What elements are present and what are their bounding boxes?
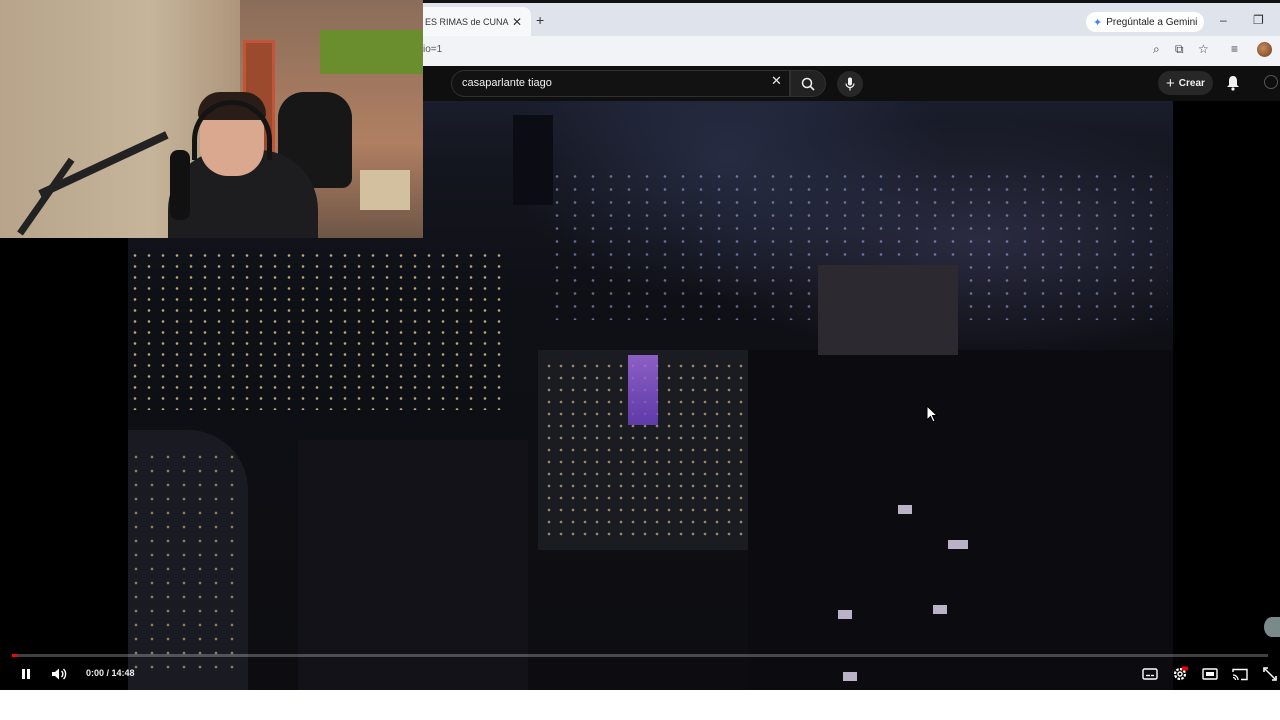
progress-bar[interactable] <box>12 654 1268 657</box>
gemini-label: Pregúntale a Gemini <box>1106 16 1198 28</box>
progress-fill <box>12 654 18 657</box>
foreground-building-right <box>748 350 1173 690</box>
fullscreen-button[interactable] <box>1259 664 1280 684</box>
side-widget-icon[interactable] <box>1264 617 1280 637</box>
mic-arm-lower <box>17 157 75 236</box>
new-tab-icon[interactable]: + <box>536 12 544 28</box>
youtube-header: casaparlante tiago ✕ + Crear <box>423 66 1280 101</box>
webcam-overlay <box>0 0 423 238</box>
minimize-icon[interactable]: – <box>1220 13 1227 27</box>
create-button[interactable]: + Crear <box>1158 71 1213 95</box>
tower-building <box>513 115 553 205</box>
lit-window <box>898 505 912 514</box>
lit-window <box>933 605 947 614</box>
tab-close-icon[interactable]: ✕ <box>509 15 525 29</box>
tab-bar: ES RIMAS de CUNA D ✕ + ✦ Pregúntale a Ge… <box>423 0 1280 37</box>
account-icon[interactable] <box>1264 75 1278 89</box>
bookmark-star-icon[interactable]: ☆ <box>1198 42 1209 56</box>
cam-desk-item <box>360 170 410 210</box>
mic-arm <box>38 131 169 198</box>
cam-green-stripe <box>320 30 423 74</box>
browser-window: ES RIMAS de CUNA D ✕ + ✦ Pregúntale a Ge… <box>423 0 1280 66</box>
address-bar[interactable]: io=1 ⌕ ⧉ ☆ ≡ <box>423 36 1280 66</box>
bell-icon[interactable] <box>1226 75 1240 91</box>
mouse-cursor-icon <box>926 405 938 423</box>
purple-light <box>628 355 658 425</box>
subtitles-icon <box>1142 668 1158 680</box>
subtitles-button[interactable] <box>1139 664 1161 684</box>
search-input[interactable]: casaparlante tiago <box>451 70 790 97</box>
plus-icon: + <box>1166 74 1175 92</box>
tab-title: ES RIMAS de CUNA D <box>425 17 509 27</box>
gemini-button[interactable]: ✦ Pregúntale a Gemini <box>1086 12 1205 32</box>
city-lights-left <box>128 250 508 410</box>
foreground-building-left <box>298 440 528 690</box>
time-display: 0:00 / 14:48 <box>86 668 135 678</box>
search-button[interactable] <box>790 70 826 97</box>
cast-icon <box>1232 668 1248 680</box>
create-label: Crear <box>1178 77 1205 89</box>
round-building-lights <box>128 450 238 670</box>
install-app-icon[interactable]: ⧉ <box>1175 42 1184 57</box>
cast-button[interactable] <box>1229 664 1251 684</box>
zoom-icon[interactable]: ⌕ <box>1153 42 1160 57</box>
tab-active[interactable]: ES RIMAS de CUNA D ✕ <box>423 7 531 37</box>
microphone <box>170 150 190 220</box>
gemini-star-icon: ✦ <box>1093 16 1103 29</box>
volume-icon <box>52 668 67 680</box>
mute-button[interactable] <box>48 664 70 684</box>
clear-search-icon[interactable]: ✕ <box>771 73 782 89</box>
profile-avatar[interactable] <box>1257 42 1272 57</box>
search-icon <box>801 77 815 91</box>
rooftop-block <box>818 265 958 355</box>
voice-search-button[interactable] <box>837 71 863 97</box>
mic-icon <box>845 77 855 91</box>
theater-mode-button[interactable] <box>1199 664 1221 684</box>
settings-icon <box>1173 666 1188 681</box>
search-query: casaparlante tiago <box>462 77 552 89</box>
theater-icon <box>1202 668 1218 680</box>
lit-window <box>838 610 852 619</box>
reading-list-icon[interactable]: ≡ <box>1231 42 1238 56</box>
restore-icon[interactable]: ❐ <box>1253 13 1264 27</box>
player-controls: 0:00 / 14:48 <box>0 658 1280 690</box>
fullscreen-icon <box>1263 667 1277 681</box>
page-bottom-area <box>0 690 1280 720</box>
pause-button[interactable] <box>15 664 37 684</box>
lit-window <box>948 540 968 549</box>
pause-icon <box>22 669 30 679</box>
screen: ES RIMAS de CUNA D ✕ + ✦ Pregúntale a Ge… <box>0 0 1280 720</box>
settings-button[interactable] <box>1169 664 1191 684</box>
url-text: io=1 <box>423 44 443 55</box>
